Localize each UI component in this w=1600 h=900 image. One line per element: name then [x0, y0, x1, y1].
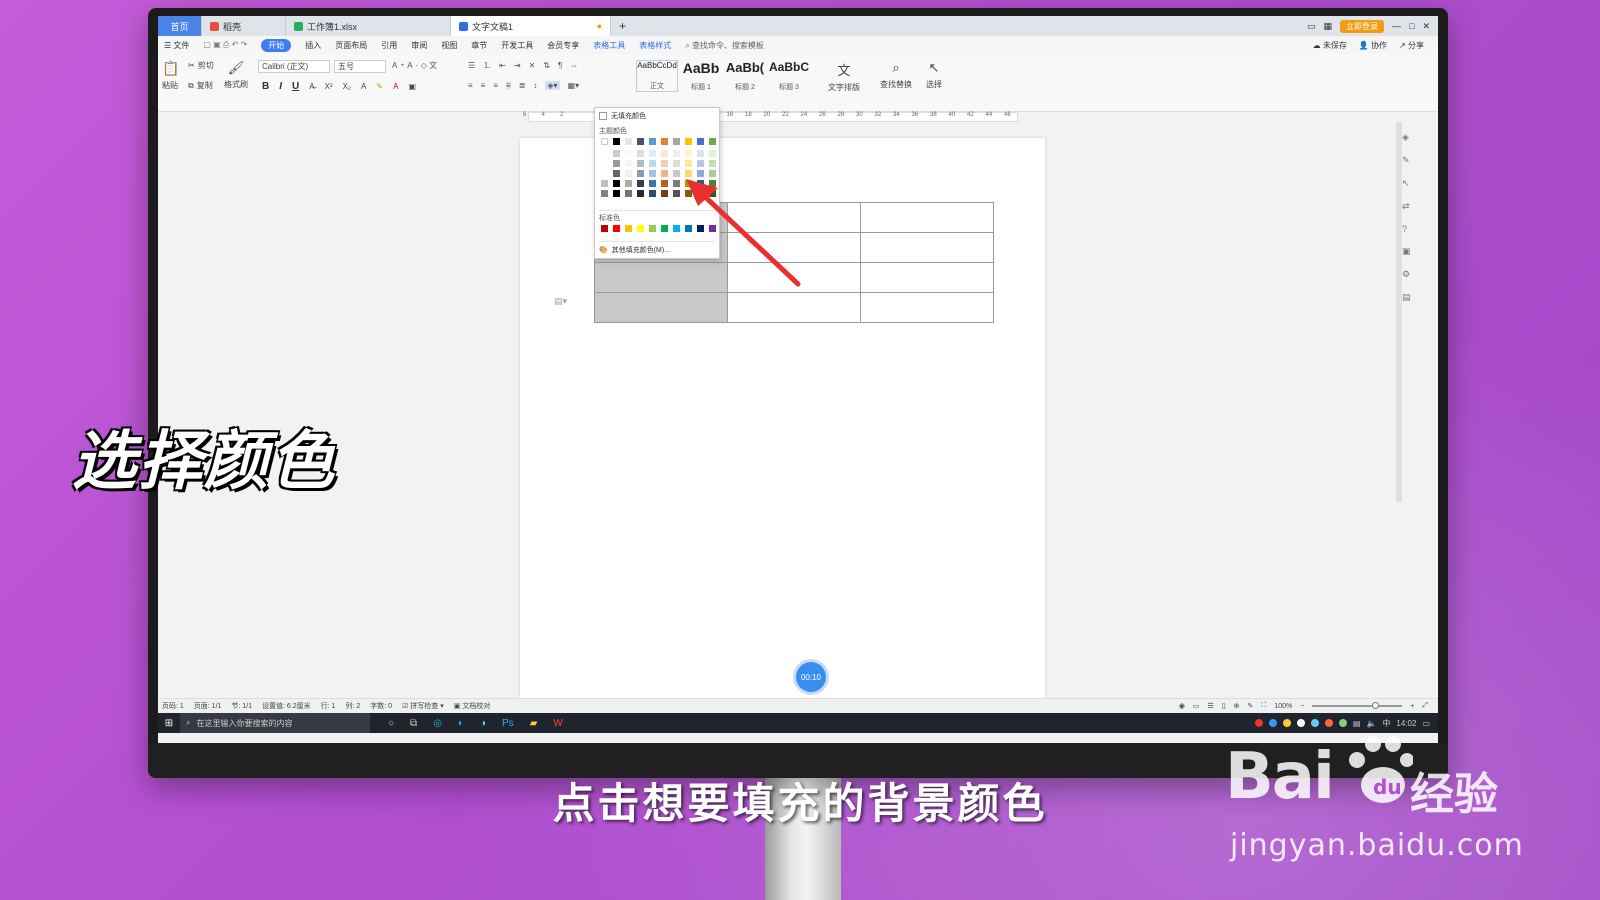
zoom-level[interactable]: 100% — [1274, 703, 1292, 710]
zoom-out-button[interactable]: − — [1300, 703, 1304, 710]
system-tray: ▤ 🔈 中 14:02 ▭ — [1254, 718, 1438, 729]
photoshop-icon[interactable]: Ps — [502, 718, 514, 729]
network-icon[interactable]: ▤ — [1353, 719, 1361, 728]
tray-app-icon[interactable] — [1338, 719, 1347, 727]
status-pages: 页面: 1/1 — [193, 703, 222, 710]
clock[interactable]: 14:02 — [1396, 719, 1416, 728]
status-row: 行: 1 — [320, 703, 336, 710]
browser-icon[interactable]: ◎ — [433, 718, 442, 729]
read-view-icon[interactable]: ▯ — [1222, 702, 1226, 710]
baidu-jingyan-watermark: Bai du 经验 jingyan.baidu.com — [1225, 730, 1525, 870]
page-view-icon[interactable]: ▭ — [1193, 702, 1200, 710]
status-section: 节: 1/1 — [231, 703, 253, 710]
spell-check-label: 拼写检查 — [410, 703, 439, 710]
tray-app-icon[interactable] — [1324, 719, 1333, 727]
cortana-icon[interactable]: ○ — [388, 718, 394, 729]
tray-app-icon[interactable] — [1296, 719, 1305, 727]
taskbar-search[interactable]: ⌕ 在这里输入你要搜索的内容 — [180, 713, 370, 733]
paw-logo-icon: du — [1349, 736, 1413, 803]
zoom-slider[interactable] — [1312, 702, 1403, 709]
jingyan-logo-text: 经验 — [1410, 769, 1498, 820]
outline-view-icon[interactable]: ☰ — [1208, 702, 1214, 710]
ime-indicator[interactable]: 中 — [1382, 718, 1390, 729]
status-bar: 页码: 1 页面: 1/1 节: 1/1 设置值: 6.2厘米 行: 1 列: … — [158, 698, 1438, 713]
svg-text:du: du — [1373, 775, 1402, 799]
tray-app-icon[interactable] — [1254, 719, 1263, 727]
edge-icon[interactable]: ◐ — [458, 718, 464, 729]
zoom-slider-thumb[interactable] — [1372, 702, 1380, 709]
status-word-count[interactable]: 字数: 0 — [370, 701, 392, 711]
volume-icon[interactable]: 🔈 — [1366, 719, 1376, 728]
red-arrow-annotation — [686, 179, 801, 287]
wps-icon[interactable]: W — [553, 718, 562, 729]
monitor: 首页 稻壳 工作簿1.xlsx 文字文稿1 ● + ▭ ▦ 立即登录 — □ ✕ … — [148, 8, 1448, 778]
recording-timer[interactable]: 00:10 — [796, 662, 826, 692]
status-setting: 设置值: 6.2厘米 — [262, 703, 311, 710]
tray-app-icon[interactable] — [1310, 719, 1319, 727]
zoom-in-button[interactable]: + — [1410, 703, 1414, 710]
fit-icon[interactable]: ⛶ — [1261, 702, 1266, 710]
watermark-url: jingyan.baidu.com — [1230, 828, 1524, 863]
spell-check-button[interactable]: ☑ 拼写检查 ▾ — [402, 701, 444, 711]
web-view-icon[interactable]: ⊕ — [1234, 702, 1240, 710]
tray-app-icon[interactable] — [1282, 719, 1291, 727]
app-icon[interactable]: ◑ — [480, 718, 486, 729]
task-view-icon[interactable]: ⧉ — [410, 718, 417, 729]
proofread-button[interactable]: ▣ 文档校对 — [454, 701, 491, 711]
windows-start-icon[interactable]: ⊞ — [158, 718, 180, 729]
file-explorer-icon[interactable]: ▰ — [530, 718, 538, 729]
tray-app-icon[interactable] — [1268, 719, 1277, 727]
write-view-icon[interactable]: ✎ — [1248, 702, 1254, 710]
screen: 首页 稻壳 工作簿1.xlsx 文字文稿1 ● + ▭ ▦ 立即登录 — □ ✕ … — [158, 16, 1438, 743]
overlay-title: 选择颜色 — [72, 425, 336, 499]
taskbar-search-placeholder: 在这里输入你要搜索的内容 — [196, 718, 293, 728]
baidu-logo: Bai — [1225, 740, 1335, 814]
status-column: 列: 2 — [345, 703, 361, 710]
notification-icon[interactable]: ▭ — [1422, 719, 1430, 728]
proofread-label: 文档校对 — [462, 703, 491, 710]
fullscreen-icon[interactable]: ⤢ — [1422, 702, 1428, 710]
status-page-number: 页码: 1 — [162, 703, 184, 710]
search-icon: ⌕ — [186, 718, 191, 727]
eye-icon[interactable]: ◉ — [1179, 702, 1185, 710]
